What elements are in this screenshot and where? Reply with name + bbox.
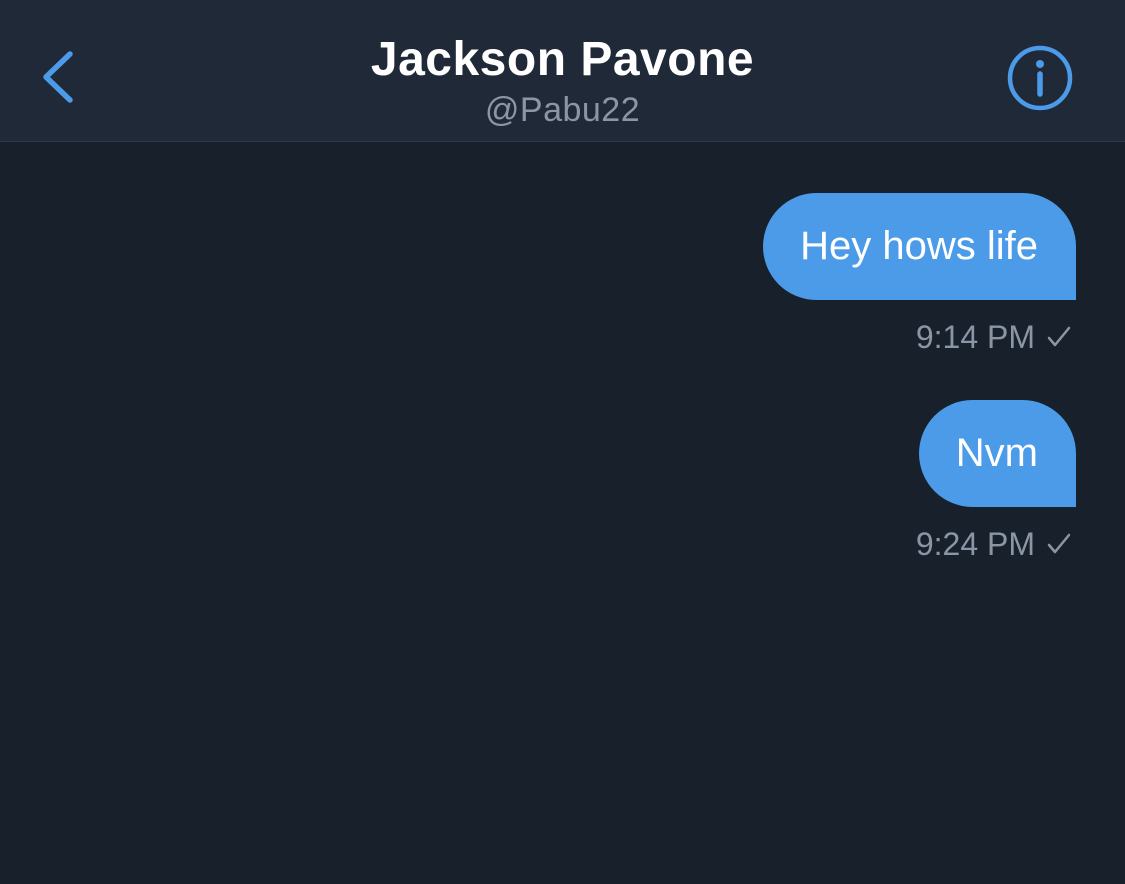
info-circle-icon xyxy=(1004,42,1076,114)
message-timestamp: 9:14 PM xyxy=(915,319,1035,355)
message-bubble[interactable]: Nvm xyxy=(918,400,1076,507)
info-button[interactable] xyxy=(1004,42,1076,114)
message-thread[interactable]: Hey hows life 9:14 PM Nvm 9:24 PM xyxy=(0,143,1125,884)
conversation-title-block[interactable]: Jackson Pavone @Pabu22 xyxy=(0,30,1125,130)
message-meta: 9:24 PM xyxy=(916,524,1073,564)
message-bubble[interactable]: Hey hows life xyxy=(763,193,1076,300)
contact-name: Jackson Pavone xyxy=(370,33,755,86)
sent-check-icon xyxy=(1045,530,1073,558)
contact-handle: @Pabu22 xyxy=(484,91,641,129)
message-meta: 9:14 PM xyxy=(916,317,1073,357)
sent-check-icon xyxy=(1045,323,1073,351)
message-timestamp: 9:24 PM xyxy=(915,526,1035,562)
conversation-header: Jackson Pavone @Pabu22 xyxy=(0,0,1125,142)
